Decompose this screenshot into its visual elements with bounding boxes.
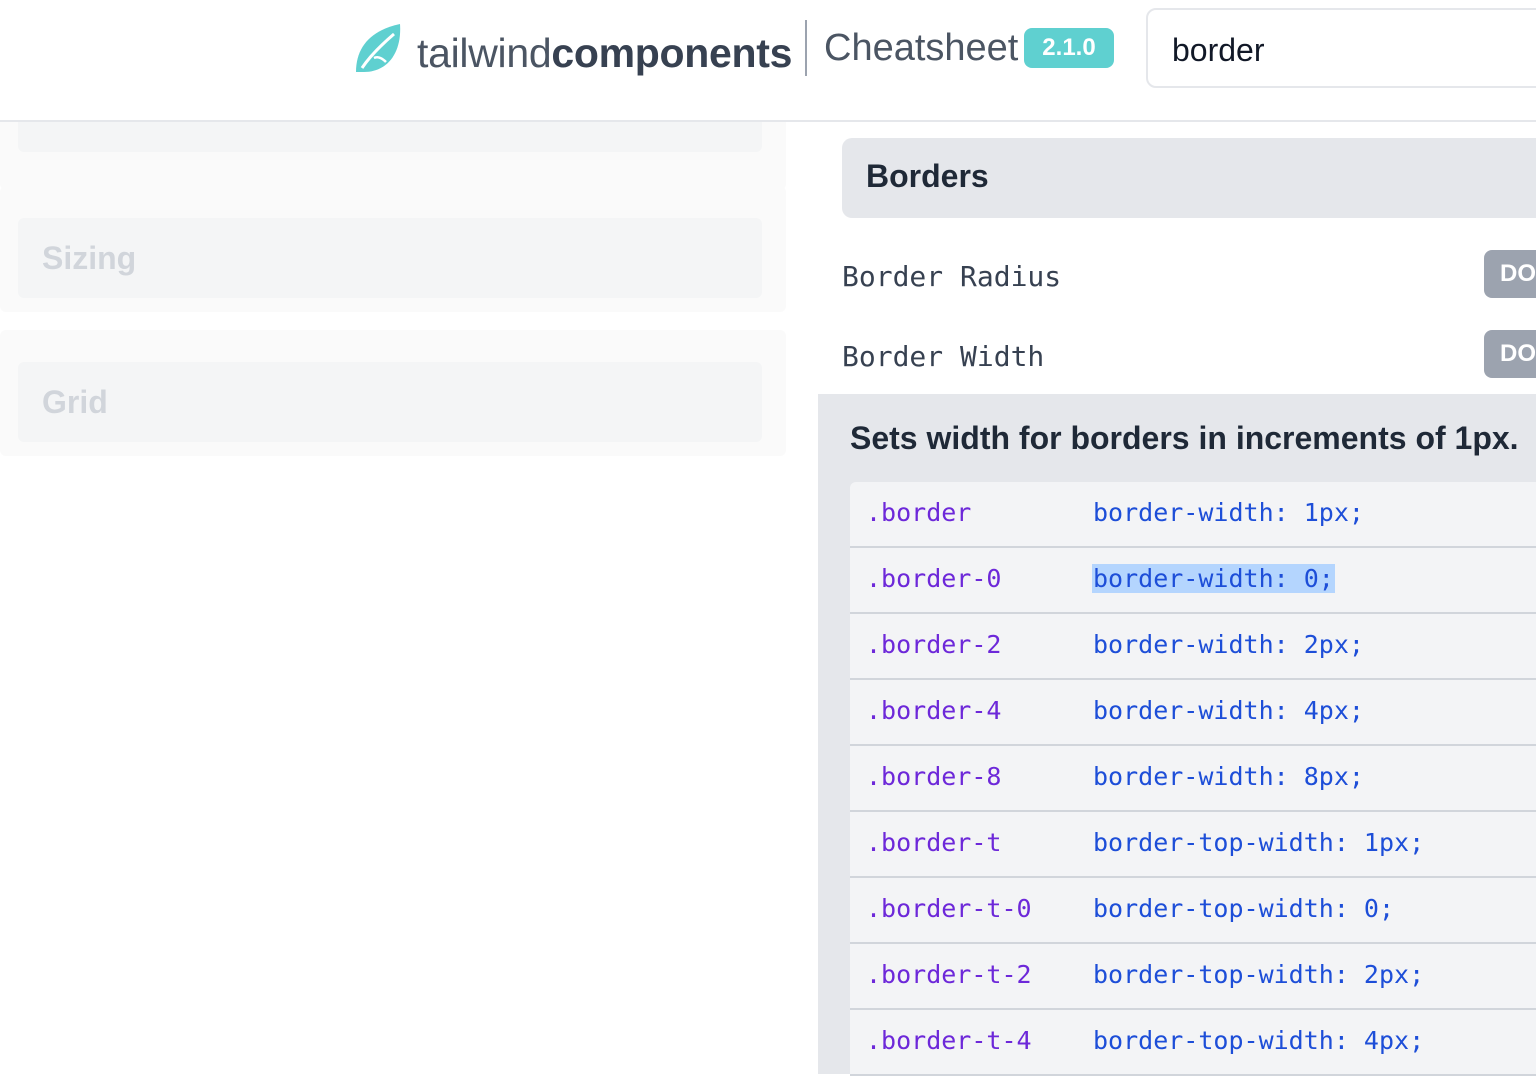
class-name: .border (866, 498, 972, 527)
docs-button[interactable]: DOCS (1484, 330, 1536, 378)
class-name: .border-t-0 (866, 894, 1032, 923)
class-declaration: border-width: 4px; (1093, 696, 1364, 725)
class-declaration: border-top-width: 1px; (1093, 828, 1425, 857)
topic-row[interactable]: Border Width DOCS (842, 330, 1536, 390)
table-row: .border-t-0 border-top-width: 0; (850, 878, 1536, 944)
header-divider (805, 20, 807, 76)
section-label: Sizing (42, 240, 137, 276)
class-declaration: border-top-width: 2px; (1093, 960, 1425, 989)
table-row: .border-8 border-width: 8px; (850, 746, 1536, 812)
table-row: .border border-width: 1px; (850, 482, 1536, 548)
table-row: .border-t-4 border-top-width: 4px; (850, 1010, 1536, 1076)
class-name: .border-2 (866, 630, 1002, 659)
brand-bold: components (551, 30, 793, 76)
class-name: .border-8 (866, 762, 1002, 791)
left-column: Transforms Sizing Grid (0, 0, 818, 1074)
docs-button[interactable]: DOCS (1484, 250, 1536, 298)
search-input[interactable] (1172, 28, 1532, 72)
table-row: .border-4 border-width: 4px; (850, 680, 1536, 746)
topic-row[interactable]: Border Radius DOCS (842, 250, 1536, 310)
class-name: .border-0 (866, 564, 1002, 593)
table-row: .border-t border-top-width: 1px; (850, 812, 1536, 878)
section-inner[interactable]: Sizing (18, 218, 762, 298)
version-badge: 2.1.0 (1024, 28, 1114, 68)
table-row: .border-0 border-width: 0; (850, 548, 1536, 614)
table-row: .border-2 border-width: 2px; (850, 614, 1536, 680)
section-title: Borders (866, 158, 989, 194)
section-header: Borders (842, 138, 1536, 218)
main-panel: Borders Border Radius DOCS Border Width … (818, 122, 1536, 1076)
class-name: .border-t-2 (866, 960, 1032, 989)
brand-light: tailwind (417, 30, 552, 76)
class-declaration: border-top-width: 0; (1093, 894, 1395, 923)
topic-description: Sets width for borders in increments of … (850, 420, 1519, 456)
topic-label: Border Width (842, 340, 1045, 373)
section-inner[interactable]: Grid (18, 362, 762, 442)
class-declaration-selected: border-width: 0; (1092, 564, 1335, 593)
class-name: .border-t-4 (866, 1026, 1032, 1055)
section-card: Sizing (0, 186, 786, 312)
class-name: .border-t (866, 828, 1002, 857)
topic-label: Border Radius (842, 260, 1062, 293)
table-row: .border-t-2 border-top-width: 2px; (850, 944, 1536, 1010)
search-box[interactable] (1146, 8, 1536, 88)
leaf-logo-icon[interactable] (352, 22, 404, 74)
class-name: .border-4 (866, 696, 1002, 725)
brand-name[interactable]: tailwindcomponents (417, 30, 792, 76)
class-declaration: border-top-width: 4px; (1093, 1026, 1425, 1055)
topic-detail: Sets width for borders in increments of … (818, 394, 1536, 1076)
header: tailwindcomponents Cheatsheet 2.1.0 (0, 0, 1536, 122)
page-title: Cheatsheet (824, 27, 1019, 69)
class-table: .border border-width: 1px; .border-0 bor… (850, 482, 1536, 1076)
section-label: Grid (42, 384, 108, 420)
class-declaration: border-width: 2px; (1093, 630, 1364, 659)
class-declaration: border-width: 1px; (1093, 498, 1364, 527)
section-card: Grid (0, 330, 786, 456)
class-declaration: border-width: 8px; (1093, 762, 1364, 791)
